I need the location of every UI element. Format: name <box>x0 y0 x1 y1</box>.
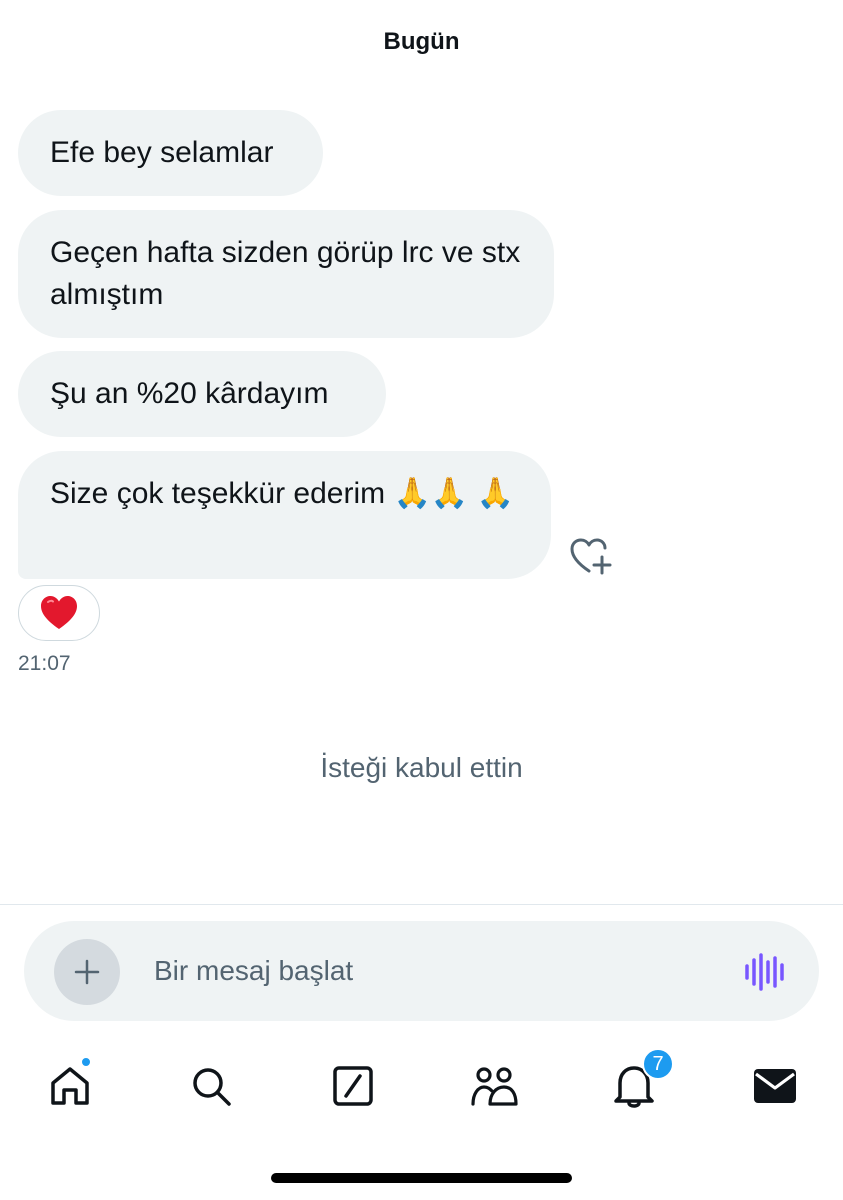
tab-grok[interactable] <box>329 1062 377 1110</box>
tab-home[interactable] <box>46 1056 94 1110</box>
grok-icon <box>333 1066 373 1106</box>
voice-waveform-icon <box>745 953 784 991</box>
home-icon <box>51 1067 89 1105</box>
message-bubble[interactable]: Size çok teşekkür ederim 🙏🙏 🙏 <box>18 451 551 579</box>
message-composer <box>24 921 819 1021</box>
tab-messages[interactable] <box>751 1062 799 1110</box>
voice-message-button[interactable] <box>743 953 787 991</box>
home-indicator <box>271 1173 572 1183</box>
divider <box>0 904 843 905</box>
tab-communities[interactable] <box>470 1062 518 1110</box>
communities-icon <box>471 1067 518 1106</box>
reaction-pill[interactable] <box>18 585 100 641</box>
home-activity-dot <box>80 1056 92 1068</box>
notifications-badge: 7 <box>642 1048 674 1080</box>
system-note: İsteği kabul ettin <box>320 752 523 783</box>
add-media-button[interactable] <box>54 939 120 1005</box>
message-bubble[interactable]: Efe bey selamlar <box>18 110 323 196</box>
add-reaction-button[interactable] <box>569 537 613 577</box>
message-bubble[interactable]: Geçen hafta sizden görüp lrc ve stx almı… <box>18 210 554 338</box>
plus-icon <box>74 959 100 985</box>
tab-notifications[interactable]: 7 <box>610 1048 674 1110</box>
tab-bar: 7 <box>0 1048 843 1120</box>
tab-search[interactable] <box>187 1062 235 1110</box>
heart-reaction-icon <box>41 596 77 629</box>
date-header: Bugün <box>383 28 460 55</box>
mail-icon <box>754 1069 796 1103</box>
message-timestamp: 21:07 <box>18 652 71 675</box>
message-input[interactable] <box>154 945 714 997</box>
heart-plus-icon <box>570 538 612 575</box>
search-icon <box>193 1068 231 1106</box>
message-bubble[interactable]: Şu an %20 kârdayım <box>18 351 386 437</box>
